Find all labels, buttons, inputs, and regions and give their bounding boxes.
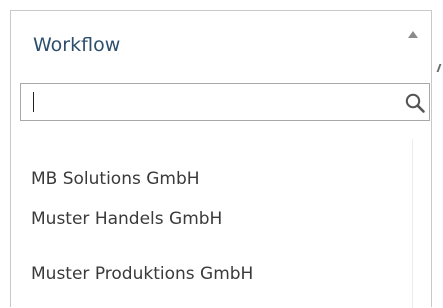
workflow-dropdown: Workflow MB Solutions GmbH Muster Handel… <box>10 10 432 308</box>
caret-up-icon[interactable] <box>408 31 418 38</box>
text-cursor <box>33 92 34 112</box>
option-mb-solutions[interactable]: MB Solutions GmbH <box>31 168 200 190</box>
workflow-select-header[interactable]: Workflow <box>11 11 431 81</box>
options-scrollbar[interactable] <box>412 139 431 308</box>
search-input[interactable] <box>21 84 391 120</box>
option-muster-handels[interactable]: Muster Handels GmbH <box>31 208 222 230</box>
search-icon[interactable] <box>404 92 426 114</box>
search-field[interactable] <box>20 83 430 121</box>
selected-value-label: Workflow <box>33 34 121 56</box>
edge-mark <box>436 64 443 72</box>
option-muster-produktions[interactable]: Muster Produktions GmbH <box>31 263 253 285</box>
